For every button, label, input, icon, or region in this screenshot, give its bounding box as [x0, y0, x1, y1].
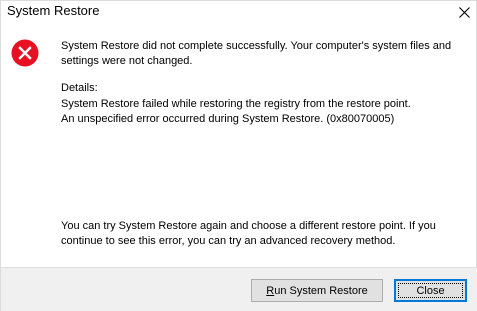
run-button-mnemonic: R — [266, 284, 275, 297]
advice-text: You can try System Restore again and cho… — [61, 220, 436, 247]
details-heading: Details: — [61, 82, 98, 94]
error-x-icon — [11, 39, 39, 67]
close-icon[interactable] — [450, 1, 477, 23]
error-message: System Restore did not complete successf… — [61, 40, 452, 67]
system-restore-dialog: System Restore System Restore did not co… — [0, 0, 477, 311]
title-bar: System Restore — [1, 1, 477, 25]
window-title: System Restore — [7, 3, 100, 18]
close-button[interactable]: Close — [394, 279, 467, 302]
run-system-restore-button[interactable]: Run System Restore — [251, 279, 383, 302]
focus-rectangle — [398, 283, 463, 298]
details-body: System Restore failed while restoring th… — [61, 97, 461, 127]
details-line: System Restore failed while restoring th… — [61, 98, 411, 110]
details-line: An unspecified error occurred during Sys… — [61, 113, 395, 125]
run-button-label: un System Restore — [274, 284, 368, 297]
